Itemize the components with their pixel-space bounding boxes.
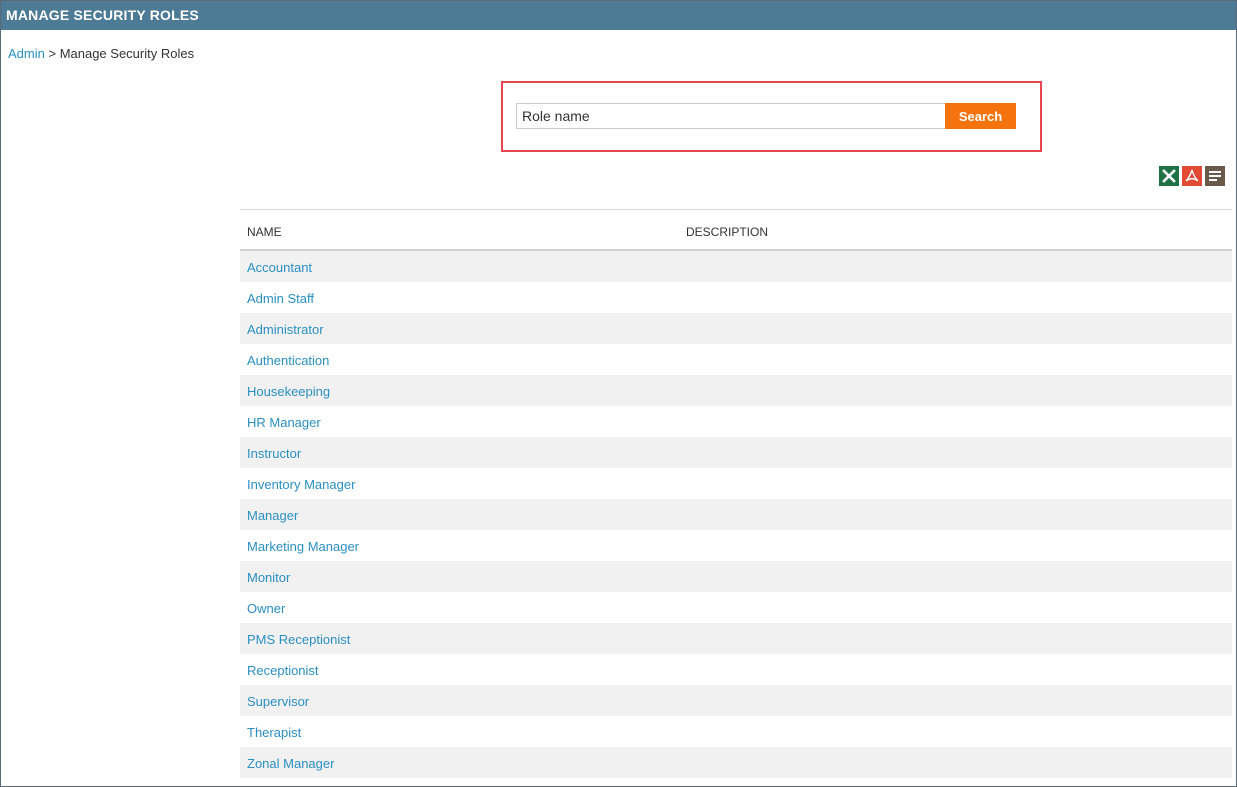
roles-grid: NAME DESCRIPTION Accountant Admin Staff Ad… — [240, 209, 1232, 778]
table-row: Marketing Manager — [240, 530, 1232, 561]
role-name-link[interactable]: Supervisor — [247, 694, 309, 709]
table-row: Manager — [240, 499, 1232, 530]
table-row: Authentication — [240, 344, 1232, 375]
role-name-link[interactable]: Accountant — [247, 260, 312, 275]
page-header: MANAGE SECURITY ROLES — [1, 1, 1236, 30]
table-row: Monitor — [240, 561, 1232, 592]
table-row: PMS Receptionist — [240, 623, 1232, 654]
role-name-link[interactable]: Monitor — [247, 570, 290, 585]
table-row: HR Manager — [240, 406, 1232, 437]
table-row: Supervisor — [240, 685, 1232, 716]
table-row: Instructor — [240, 437, 1232, 468]
role-name-link[interactable]: Owner — [247, 601, 285, 616]
grid-header: NAME DESCRIPTION — [240, 210, 1232, 251]
table-row: Inventory Manager — [240, 468, 1232, 499]
breadcrumb-current: Manage Security Roles — [59, 46, 195, 61]
role-name-link[interactable]: Therapist — [247, 725, 301, 740]
grid-body: Accountant Admin Staff Administrator Authen… — [240, 251, 1232, 778]
role-name-link[interactable]: Housekeeping — [247, 384, 330, 399]
pdf-icon[interactable] — [1182, 166, 1202, 186]
table-row: Admin Staff — [240, 282, 1232, 313]
table-row: Receptionist — [240, 654, 1232, 685]
role-name-link[interactable]: Zonal Manager — [247, 756, 334, 771]
table-row: Housekeeping — [240, 375, 1232, 406]
text-export-icon[interactable] — [1205, 166, 1225, 186]
table-row: Accountant — [240, 251, 1232, 282]
table-row: Zonal Manager — [240, 747, 1232, 778]
breadcrumb-admin-link[interactable]: Admin — [8, 46, 45, 61]
export-toolbar — [1159, 166, 1225, 186]
search-button[interactable]: Search — [945, 103, 1016, 129]
table-row: Administrator — [240, 313, 1232, 344]
role-name-link[interactable]: Instructor — [247, 446, 301, 461]
role-name-search-input[interactable] — [516, 103, 946, 129]
column-header-description[interactable]: DESCRIPTION — [686, 225, 768, 239]
breadcrumb: Admin > Manage Security Roles — [8, 46, 194, 61]
table-row: Therapist — [240, 716, 1232, 747]
role-name-link[interactable]: Receptionist — [247, 663, 319, 678]
role-name-link[interactable]: PMS Receptionist — [247, 632, 350, 647]
excel-icon[interactable] — [1159, 166, 1179, 186]
table-row: Owner — [240, 592, 1232, 623]
role-name-link[interactable]: Marketing Manager — [247, 539, 359, 554]
role-name-link[interactable]: HR Manager — [247, 415, 321, 430]
role-name-link[interactable]: Administrator — [247, 322, 324, 337]
search-panel: Search — [501, 81, 1042, 152]
column-header-name[interactable]: NAME — [247, 225, 282, 239]
role-name-link[interactable]: Manager — [247, 508, 298, 523]
role-name-link[interactable]: Authentication — [247, 353, 329, 368]
role-name-link[interactable]: Inventory Manager — [247, 477, 355, 492]
breadcrumb-separator: > — [44, 46, 60, 61]
app-frame: MANAGE SECURITY ROLES Admin > Manage Sec… — [0, 0, 1237, 787]
role-name-link[interactable]: Admin Staff — [247, 291, 314, 306]
